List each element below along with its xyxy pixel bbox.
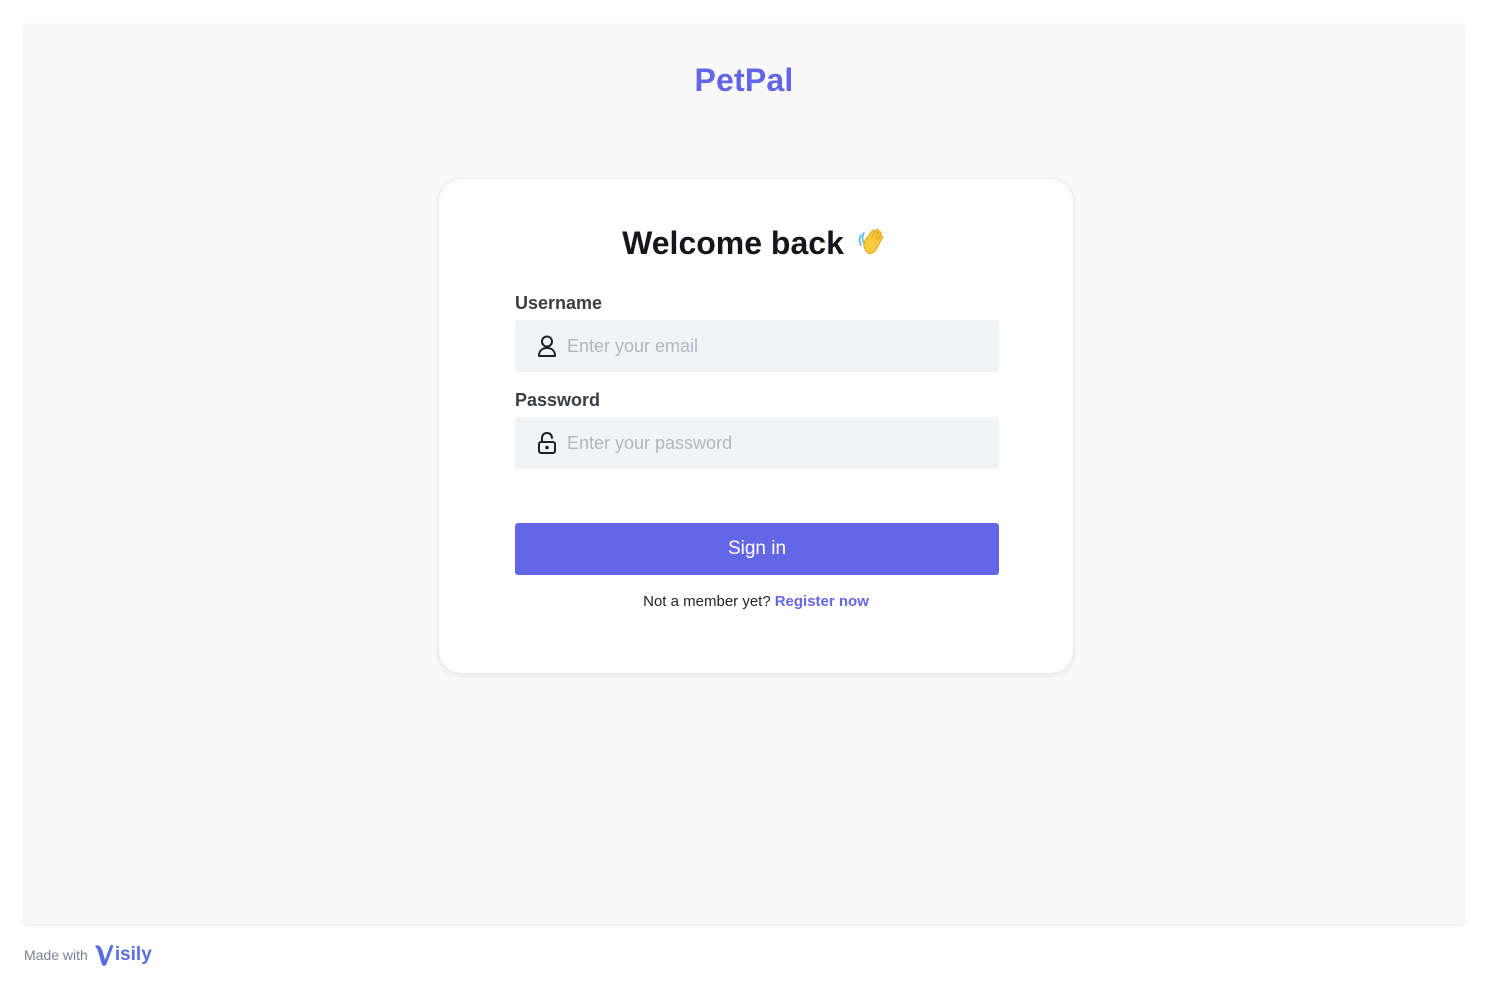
- register-prompt: Not a member yet?: [643, 593, 771, 610]
- username-label: Username: [515, 293, 603, 313]
- made-with-text: Made with: [24, 947, 88, 963]
- made-with-footer[interactable]: Made with isily: [24, 940, 152, 970]
- sign-in-button[interactable]: Sign in: [515, 523, 999, 575]
- user-icon: [535, 334, 559, 358]
- login-title-row: Welcome back: [439, 223, 1073, 262]
- login-title: Welcome back: [622, 225, 844, 261]
- password-input[interactable]: [567, 432, 967, 454]
- password-field[interactable]: [515, 417, 999, 469]
- login-card: Welcome back Username Password: [438, 178, 1074, 674]
- password-label: Password: [515, 390, 601, 410]
- waving-hand-icon: [854, 223, 890, 259]
- app-frame: PetPal Welcome back Username Password: [24, 24, 1464, 924]
- register-link[interactable]: Register now: [775, 593, 869, 610]
- username-field[interactable]: [515, 320, 999, 372]
- username-input[interactable]: [567, 335, 967, 357]
- visily-mark-icon: [94, 944, 113, 966]
- lock-icon: [535, 431, 559, 455]
- visily-logo-text: isily: [114, 944, 152, 965]
- brand-logo: PetPal: [694, 62, 794, 98]
- register-row: Not a member yet? Register now: [439, 593, 1073, 610]
- visily-logo: isily: [93, 942, 152, 968]
